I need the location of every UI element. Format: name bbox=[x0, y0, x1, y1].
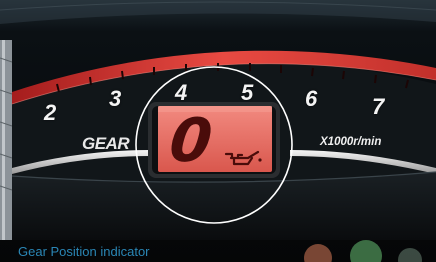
rpm-unit-label: X1000r/min bbox=[320, 136, 382, 148]
rpm-number-2: 2 bbox=[44, 100, 57, 125]
instrument-photo: 2 3 4 5 6 7 GEAR X1000r/min 0 Gear Posit… bbox=[0, 0, 436, 262]
rpm-number-3: 3 bbox=[109, 86, 122, 111]
instrument-panel-scene bbox=[0, 0, 436, 262]
caption-text: Gear Position indicator bbox=[18, 244, 150, 259]
oil-can-icon bbox=[224, 150, 262, 166]
rpm-number-4: 4 bbox=[175, 80, 188, 105]
rpm-number-5: 5 bbox=[241, 80, 254, 105]
gear-label: GEAR bbox=[82, 134, 130, 153]
gear-position-digit: 0 bbox=[166, 106, 216, 176]
rpm-number-7: 7 bbox=[372, 94, 385, 119]
rpm-number-6: 6 bbox=[305, 86, 318, 111]
